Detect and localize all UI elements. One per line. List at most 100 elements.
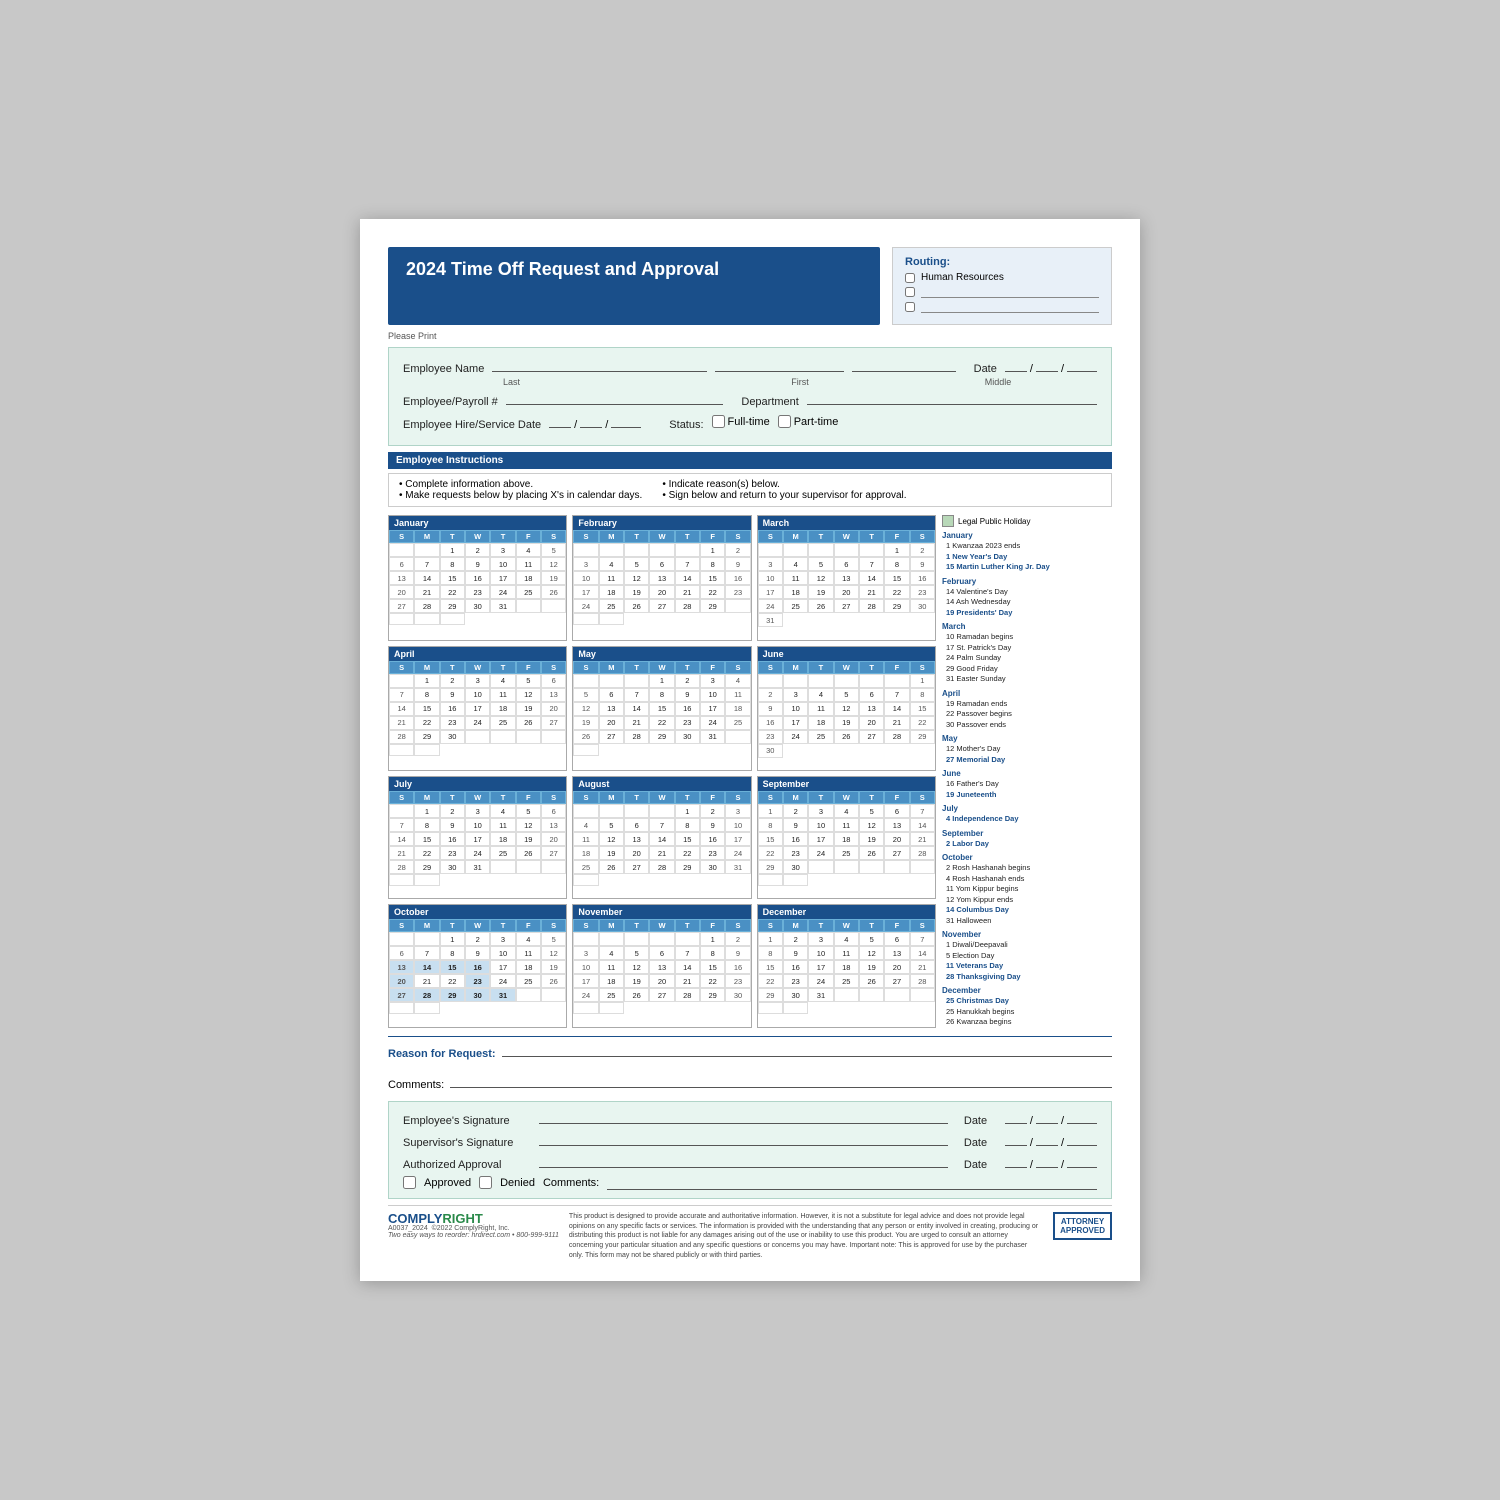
cal-day[interactable] bbox=[541, 988, 566, 1002]
cal-day[interactable]: 4 bbox=[808, 688, 833, 702]
cal-day[interactable]: 21 bbox=[675, 585, 700, 599]
cal-day[interactable]: 3 bbox=[725, 804, 750, 818]
cal-day[interactable]: 24 bbox=[465, 846, 490, 860]
cal-day[interactable] bbox=[516, 988, 541, 1002]
cal-day[interactable]: 20 bbox=[834, 585, 859, 599]
cal-day[interactable]: 31 bbox=[490, 988, 515, 1002]
cal-day[interactable]: 24 bbox=[808, 974, 833, 988]
cal-day[interactable]: 27 bbox=[624, 860, 649, 874]
cal-day[interactable] bbox=[783, 874, 808, 886]
cal-day[interactable] bbox=[389, 674, 414, 688]
cal-day[interactable] bbox=[573, 874, 598, 886]
cal-day[interactable]: 7 bbox=[389, 688, 414, 702]
cal-day[interactable]: 19 bbox=[516, 702, 541, 716]
cal-day[interactable] bbox=[516, 599, 541, 613]
cal-day[interactable]: 11 bbox=[599, 960, 624, 974]
cal-day[interactable]: 31 bbox=[490, 599, 515, 613]
cal-day[interactable]: 21 bbox=[675, 974, 700, 988]
cal-day[interactable] bbox=[859, 674, 884, 688]
cal-day[interactable]: 23 bbox=[440, 716, 465, 730]
cal-day[interactable]: 12 bbox=[541, 946, 566, 960]
cal-day[interactable]: 29 bbox=[675, 860, 700, 874]
cal-day[interactable]: 22 bbox=[910, 716, 935, 730]
cal-day[interactable]: 20 bbox=[599, 716, 624, 730]
cal-day[interactable]: 31 bbox=[725, 860, 750, 874]
cal-day[interactable]: 18 bbox=[783, 585, 808, 599]
cal-day[interactable]: 27 bbox=[884, 974, 909, 988]
cal-day[interactable] bbox=[389, 804, 414, 818]
comments-line[interactable] bbox=[450, 1074, 1112, 1088]
cal-day[interactable]: 7 bbox=[884, 688, 909, 702]
cal-day[interactable]: 19 bbox=[541, 571, 566, 585]
cal-day[interactable]: 10 bbox=[465, 818, 490, 832]
cal-day[interactable] bbox=[859, 988, 884, 1002]
cal-day[interactable]: 9 bbox=[725, 557, 750, 571]
cal-day[interactable] bbox=[884, 674, 909, 688]
cal-day[interactable]: 23 bbox=[783, 974, 808, 988]
cal-day[interactable] bbox=[808, 543, 833, 557]
cal-day[interactable] bbox=[599, 674, 624, 688]
cal-day[interactable]: 17 bbox=[783, 716, 808, 730]
cal-day[interactable]: 8 bbox=[414, 818, 439, 832]
cal-day[interactable]: 21 bbox=[624, 716, 649, 730]
cal-day[interactable]: 17 bbox=[573, 974, 598, 988]
cal-day[interactable] bbox=[675, 543, 700, 557]
cal-day[interactable]: 16 bbox=[440, 702, 465, 716]
cal-day[interactable]: 18 bbox=[834, 832, 859, 846]
cal-day[interactable]: 12 bbox=[573, 702, 598, 716]
cal-day[interactable]: 16 bbox=[440, 832, 465, 846]
cal-day[interactable]: 3 bbox=[808, 804, 833, 818]
cal-day[interactable]: 5 bbox=[624, 946, 649, 960]
cal-day[interactable]: 29 bbox=[440, 988, 465, 1002]
cal-day[interactable]: 19 bbox=[808, 585, 833, 599]
cal-day[interactable]: 17 bbox=[700, 702, 725, 716]
cal-day[interactable]: 23 bbox=[465, 585, 490, 599]
cal-day[interactable]: 26 bbox=[541, 585, 566, 599]
cal-day[interactable]: 16 bbox=[758, 716, 783, 730]
cal-day[interactable]: 20 bbox=[884, 832, 909, 846]
cal-day[interactable]: 25 bbox=[725, 716, 750, 730]
cal-day[interactable]: 31 bbox=[808, 988, 833, 1002]
cal-day[interactable]: 2 bbox=[783, 932, 808, 946]
cal-day[interactable]: 8 bbox=[649, 688, 674, 702]
cal-day[interactable]: 6 bbox=[599, 688, 624, 702]
cal-day[interactable]: 28 bbox=[884, 730, 909, 744]
cal-day[interactable]: 13 bbox=[389, 571, 414, 585]
cal-day[interactable]: 26 bbox=[541, 974, 566, 988]
cal-day[interactable]: 13 bbox=[624, 832, 649, 846]
cal-day[interactable] bbox=[884, 988, 909, 1002]
cal-day[interactable]: 16 bbox=[465, 960, 490, 974]
cal-day[interactable]: 28 bbox=[414, 988, 439, 1002]
cal-day[interactable]: 18 bbox=[490, 702, 515, 716]
cal-day[interactable]: 22 bbox=[884, 585, 909, 599]
cal-day[interactable]: 21 bbox=[859, 585, 884, 599]
cal-day[interactable]: 7 bbox=[910, 932, 935, 946]
cal-day[interactable] bbox=[389, 744, 414, 756]
cal-day[interactable]: 23 bbox=[465, 974, 490, 988]
cal-day[interactable]: 6 bbox=[389, 946, 414, 960]
routing-checkbox-3[interactable] bbox=[905, 302, 915, 312]
cal-day[interactable]: 28 bbox=[675, 599, 700, 613]
fulltime-checkbox[interactable] bbox=[712, 415, 725, 428]
cal-day[interactable]: 1 bbox=[649, 674, 674, 688]
cal-day[interactable]: 18 bbox=[808, 716, 833, 730]
cal-day[interactable]: 29 bbox=[758, 988, 783, 1002]
cal-day[interactable]: 19 bbox=[859, 832, 884, 846]
cal-day[interactable]: 27 bbox=[599, 730, 624, 744]
cal-day[interactable] bbox=[414, 1002, 439, 1014]
cal-day[interactable]: 6 bbox=[649, 557, 674, 571]
cal-day[interactable]: 17 bbox=[465, 832, 490, 846]
cal-day[interactable]: 1 bbox=[675, 804, 700, 818]
cal-day[interactable]: 16 bbox=[465, 571, 490, 585]
cal-day[interactable]: 14 bbox=[414, 960, 439, 974]
cal-day[interactable]: 28 bbox=[624, 730, 649, 744]
cal-day[interactable]: 18 bbox=[834, 960, 859, 974]
cal-day[interactable]: 20 bbox=[859, 716, 884, 730]
cal-day[interactable]: 7 bbox=[414, 557, 439, 571]
cal-day[interactable] bbox=[783, 674, 808, 688]
cal-day[interactable]: 25 bbox=[834, 846, 859, 860]
cal-day[interactable]: 23 bbox=[725, 974, 750, 988]
cal-day[interactable] bbox=[758, 1002, 783, 1014]
cal-day[interactable] bbox=[910, 988, 935, 1002]
cal-day[interactable]: 9 bbox=[910, 557, 935, 571]
